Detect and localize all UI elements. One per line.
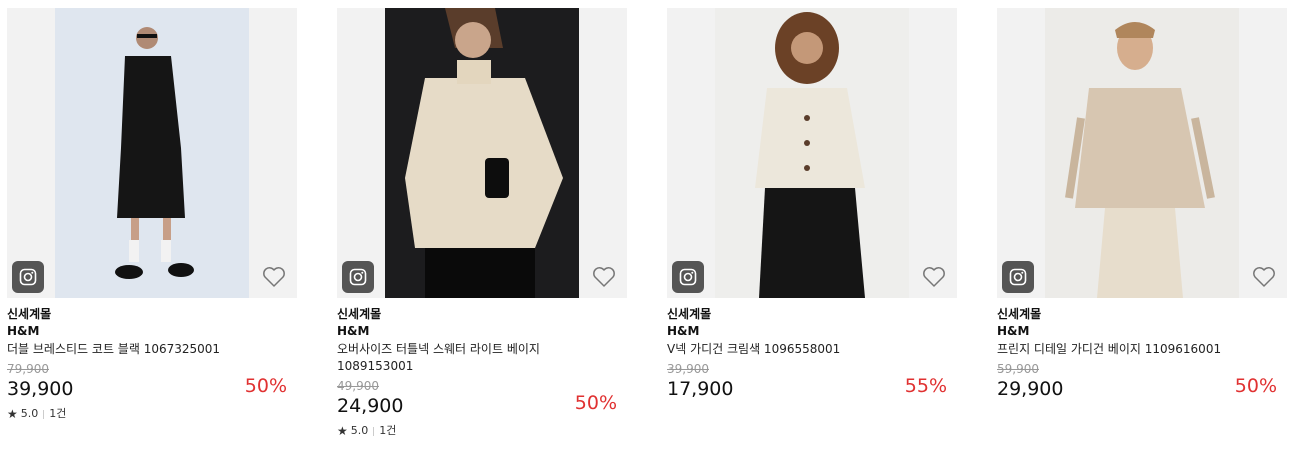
product-photo (55, 8, 249, 298)
divider (43, 409, 45, 419)
product-grid: 신세계몰 H&M 더블 브레스티드 코트 블랙 1067325001 79,90… (7, 8, 1293, 449)
sale-price: 24,900 (337, 395, 404, 417)
discount-rate: 50% (574, 392, 617, 414)
product-photo (385, 8, 579, 298)
product-card[interactable]: 신세계몰 H&M V넥 가디건 크림색 1096558001 39,900 17… (667, 8, 957, 401)
product-name[interactable]: V넥 가디건 크림색 1096558001 (667, 341, 957, 358)
discount-rate: 50% (1234, 375, 1277, 397)
brand-name[interactable]: H&M (667, 323, 957, 340)
mall-name: 신세계몰 (337, 307, 382, 321)
product-card[interactable]: 신세계몰 H&M 오버사이즈 터틀넥 스웨터 라이트 베이지 108915300… (337, 8, 627, 438)
sale-price: 39,900 (7, 378, 74, 400)
product-thumbnail[interactable] (997, 8, 1287, 298)
instagram-icon[interactable] (342, 261, 374, 293)
brand-name[interactable]: H&M (337, 323, 627, 340)
brand-name[interactable]: H&M (7, 323, 297, 340)
product-photo (715, 8, 909, 298)
heart-icon[interactable] (261, 264, 287, 290)
review-count: 1건 (49, 407, 67, 420)
product-thumbnail[interactable] (667, 8, 957, 298)
brand-name[interactable]: H&M (997, 323, 1287, 340)
discount-rate: 50% (244, 375, 287, 397)
mall-name: 신세계몰 (667, 307, 712, 321)
mall-name: 신세계몰 (7, 307, 52, 321)
product-thumbnail[interactable] (337, 8, 627, 298)
product-card[interactable]: 신세계몰 H&M 프린지 디테일 가디건 베이지 1109616001 59,9… (997, 8, 1287, 401)
sale-price: 29,900 (997, 378, 1064, 400)
review-summary[interactable]: ★ 5.0 1건 (7, 407, 297, 421)
product-photo (1045, 8, 1239, 298)
product-thumbnail[interactable] (7, 8, 297, 298)
product-card[interactable]: 신세계몰 H&M 더블 브레스티드 코트 블랙 1067325001 79,90… (7, 8, 297, 421)
discount-rate: 55% (904, 375, 947, 397)
sale-price: 17,900 (667, 378, 734, 400)
review-summary[interactable]: ★ 5.0 1건 (337, 424, 627, 438)
star-icon: ★ (337, 424, 348, 438)
star-icon: ★ (7, 407, 18, 421)
product-name[interactable]: 오버사이즈 터틀넥 스웨터 라이트 베이지 1089153001 (337, 341, 557, 375)
instagram-icon[interactable] (1002, 261, 1034, 293)
review-count: 1건 (379, 424, 397, 437)
rating-value: 5.0 (350, 424, 369, 437)
divider (373, 426, 375, 436)
heart-icon[interactable] (591, 264, 617, 290)
mall-name: 신세계몰 (997, 307, 1042, 321)
product-name[interactable]: 더블 브레스티드 코트 블랙 1067325001 (7, 341, 297, 358)
heart-icon[interactable] (1251, 264, 1277, 290)
product-name[interactable]: 프린지 디테일 가디건 베이지 1109616001 (997, 341, 1287, 358)
rating-value: 5.0 (20, 407, 39, 420)
instagram-icon[interactable] (12, 261, 44, 293)
instagram-icon[interactable] (672, 261, 704, 293)
heart-icon[interactable] (921, 264, 947, 290)
